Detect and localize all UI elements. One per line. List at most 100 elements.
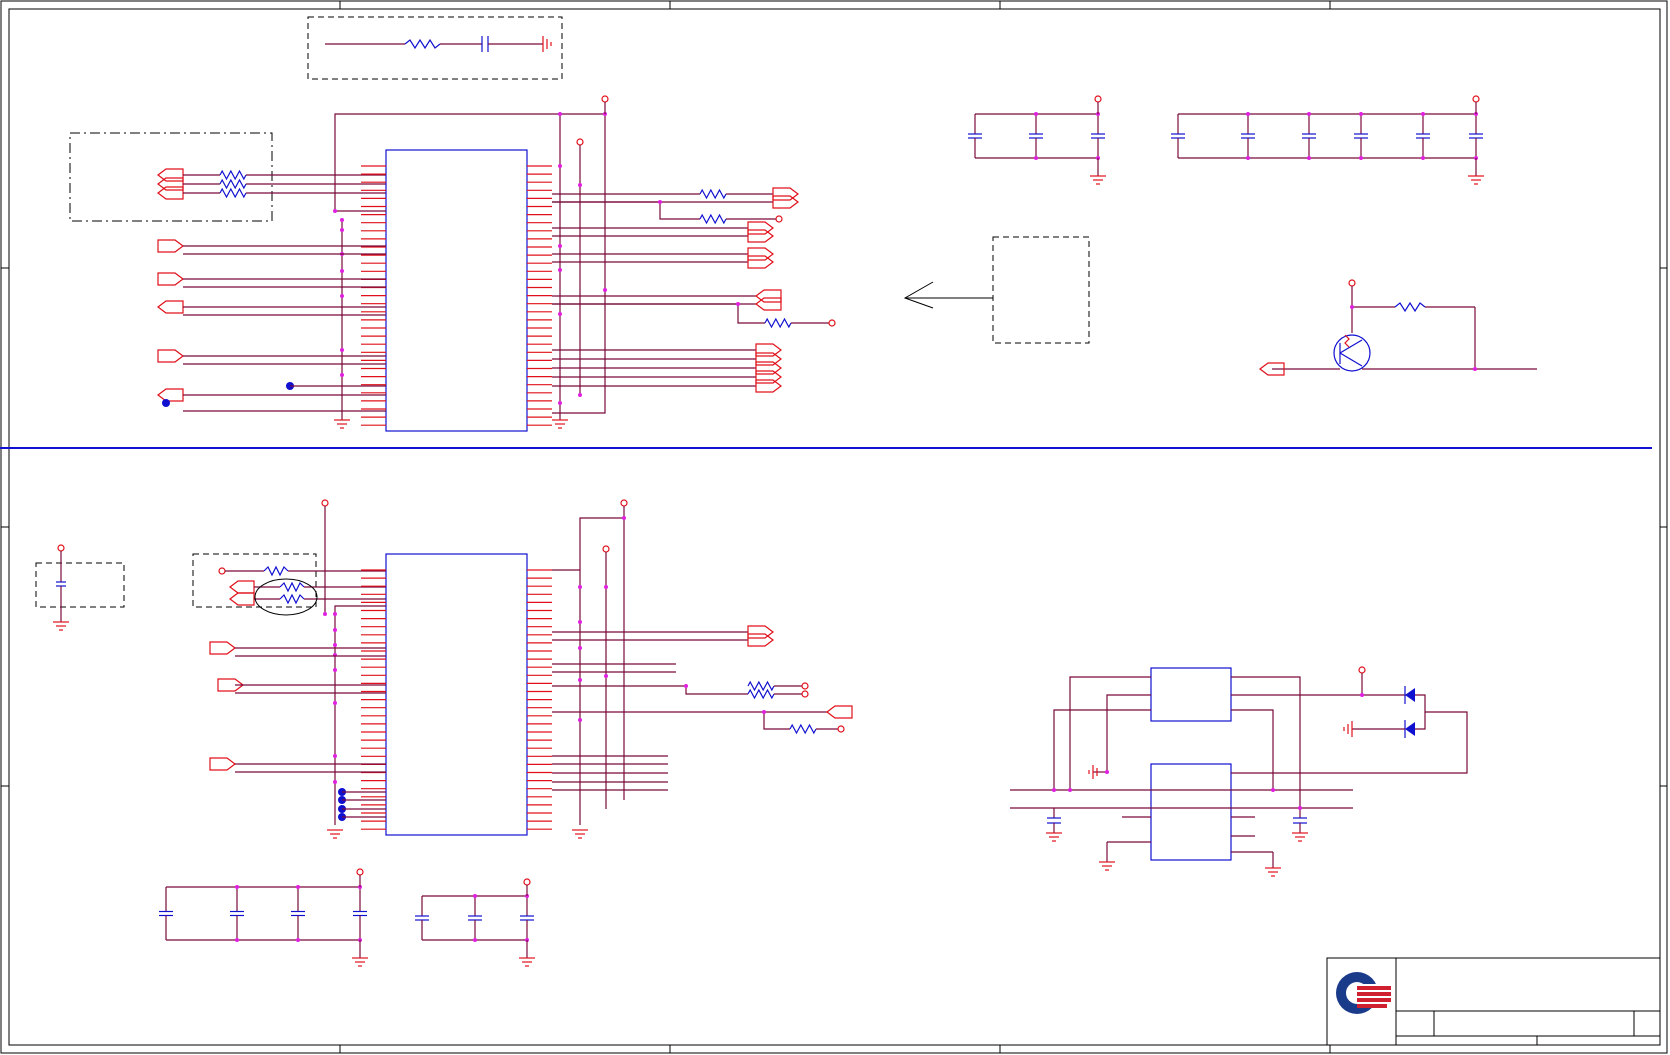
power-rail-icon (801, 682, 809, 690)
offpage-connector-icon (747, 255, 774, 269)
resistor-icon (747, 688, 775, 700)
title-block (1326, 957, 1661, 1046)
resistor-icon (764, 317, 792, 329)
power-rail-icon (775, 215, 783, 223)
junction-dot (473, 938, 477, 942)
junction-dot (1421, 112, 1425, 116)
offpage-connector-icon (755, 297, 782, 311)
junction-dot (296, 885, 300, 889)
resistor-icon (747, 680, 775, 692)
junction-dot (340, 348, 344, 352)
junction-dot (658, 200, 662, 204)
junction-dot (1359, 156, 1363, 160)
junction-dot (340, 269, 344, 273)
power-rail-icon (1094, 95, 1102, 103)
power-rail-icon (828, 319, 836, 327)
power-rail-icon (1472, 95, 1480, 103)
junction-dot (558, 312, 562, 316)
power-rail-icon (602, 545, 610, 553)
ic-small-b (1150, 763, 1232, 861)
junction-dot (558, 112, 562, 116)
junction-dot (578, 646, 582, 650)
junction-dot (578, 678, 582, 682)
ic-small-a (1150, 667, 1232, 722)
junction-dot (603, 288, 607, 292)
junction-dot (558, 401, 562, 405)
offpage-connector-icon (755, 370, 782, 384)
junction-dot (578, 183, 582, 187)
offpage-connector-icon (755, 361, 782, 375)
junction-dot (578, 718, 582, 722)
junction-dot (558, 164, 562, 168)
junction-dot (736, 302, 740, 306)
offpage-connector-icon (755, 343, 782, 357)
power-rail-icon (356, 868, 364, 876)
offpage-connector-icon (209, 757, 236, 771)
junction-dot (340, 294, 344, 298)
resistor-icon (219, 178, 247, 190)
junction-dot (604, 585, 608, 589)
junction-dot (473, 894, 477, 898)
power-rail-icon (321, 499, 329, 507)
ic-bottom-body (385, 553, 528, 836)
offpage-connector-icon (755, 379, 782, 393)
offpage-connector-icon (747, 625, 774, 639)
ic-top (157, 95, 836, 432)
junction-dot (1421, 156, 1425, 160)
junction-dot (340, 228, 344, 232)
decoupling-caps-b (1171, 95, 1484, 185)
power-rail-icon (576, 138, 584, 146)
junction-dot (1246, 112, 1250, 116)
power-rail-icon (523, 878, 531, 886)
decoupling-caps-a (968, 95, 1106, 185)
ic-top-body (385, 149, 528, 432)
junction-dot (235, 885, 239, 889)
junction-dot (333, 209, 337, 213)
offpage-connector-icon (755, 352, 782, 366)
offpage-connector-icon (157, 272, 184, 286)
resistor-icon (699, 213, 727, 225)
company-logo-icon (1336, 972, 1391, 1014)
junction-dot (578, 585, 582, 589)
junction-dot (1034, 156, 1038, 160)
junction-dot (333, 628, 337, 632)
junction-dot (684, 684, 688, 688)
junction-dot (578, 393, 582, 397)
offpage-connector-icon (157, 177, 184, 191)
resistor-icon (219, 169, 247, 181)
junction-dot (558, 244, 562, 248)
junction-dot (558, 268, 562, 272)
offpage-connector-icon (747, 633, 774, 647)
offpage-connector-icon (772, 187, 799, 201)
diode-icon (1405, 688, 1415, 702)
no-connect-marker (162, 399, 170, 407)
offpage-connector-icon (747, 229, 774, 243)
resistor-icon (789, 723, 817, 735)
power-rail-icon (601, 95, 609, 103)
note-box (903, 236, 1090, 344)
rc-filter-block (307, 16, 563, 80)
offpage-connector-icon (747, 221, 774, 235)
junction-dot (296, 938, 300, 942)
junction-dot (1034, 112, 1038, 116)
diode-icon (1405, 722, 1415, 736)
junction-dot (333, 668, 337, 672)
small-cap-block (35, 544, 125, 631)
junction-dot (762, 710, 766, 714)
resistor-icon (699, 188, 727, 200)
junction-dot (622, 516, 626, 520)
junction-dot (578, 620, 582, 624)
offpage-connector-icon (157, 300, 184, 314)
junction-dot (1359, 112, 1363, 116)
schematic-canvas (0, 0, 1668, 1054)
junction-dot (604, 674, 608, 678)
offpage-connector-icon (157, 349, 184, 363)
offpage-connector-icon (772, 195, 799, 209)
offpage-connector-icon (747, 247, 774, 261)
offpage-connector-icon (826, 705, 853, 719)
junction-dot (333, 612, 337, 616)
power-rail-icon (801, 690, 809, 698)
offpage-connector-icon (157, 168, 184, 182)
junction-dot (1307, 156, 1311, 160)
offpage-connector-icon (157, 239, 184, 253)
